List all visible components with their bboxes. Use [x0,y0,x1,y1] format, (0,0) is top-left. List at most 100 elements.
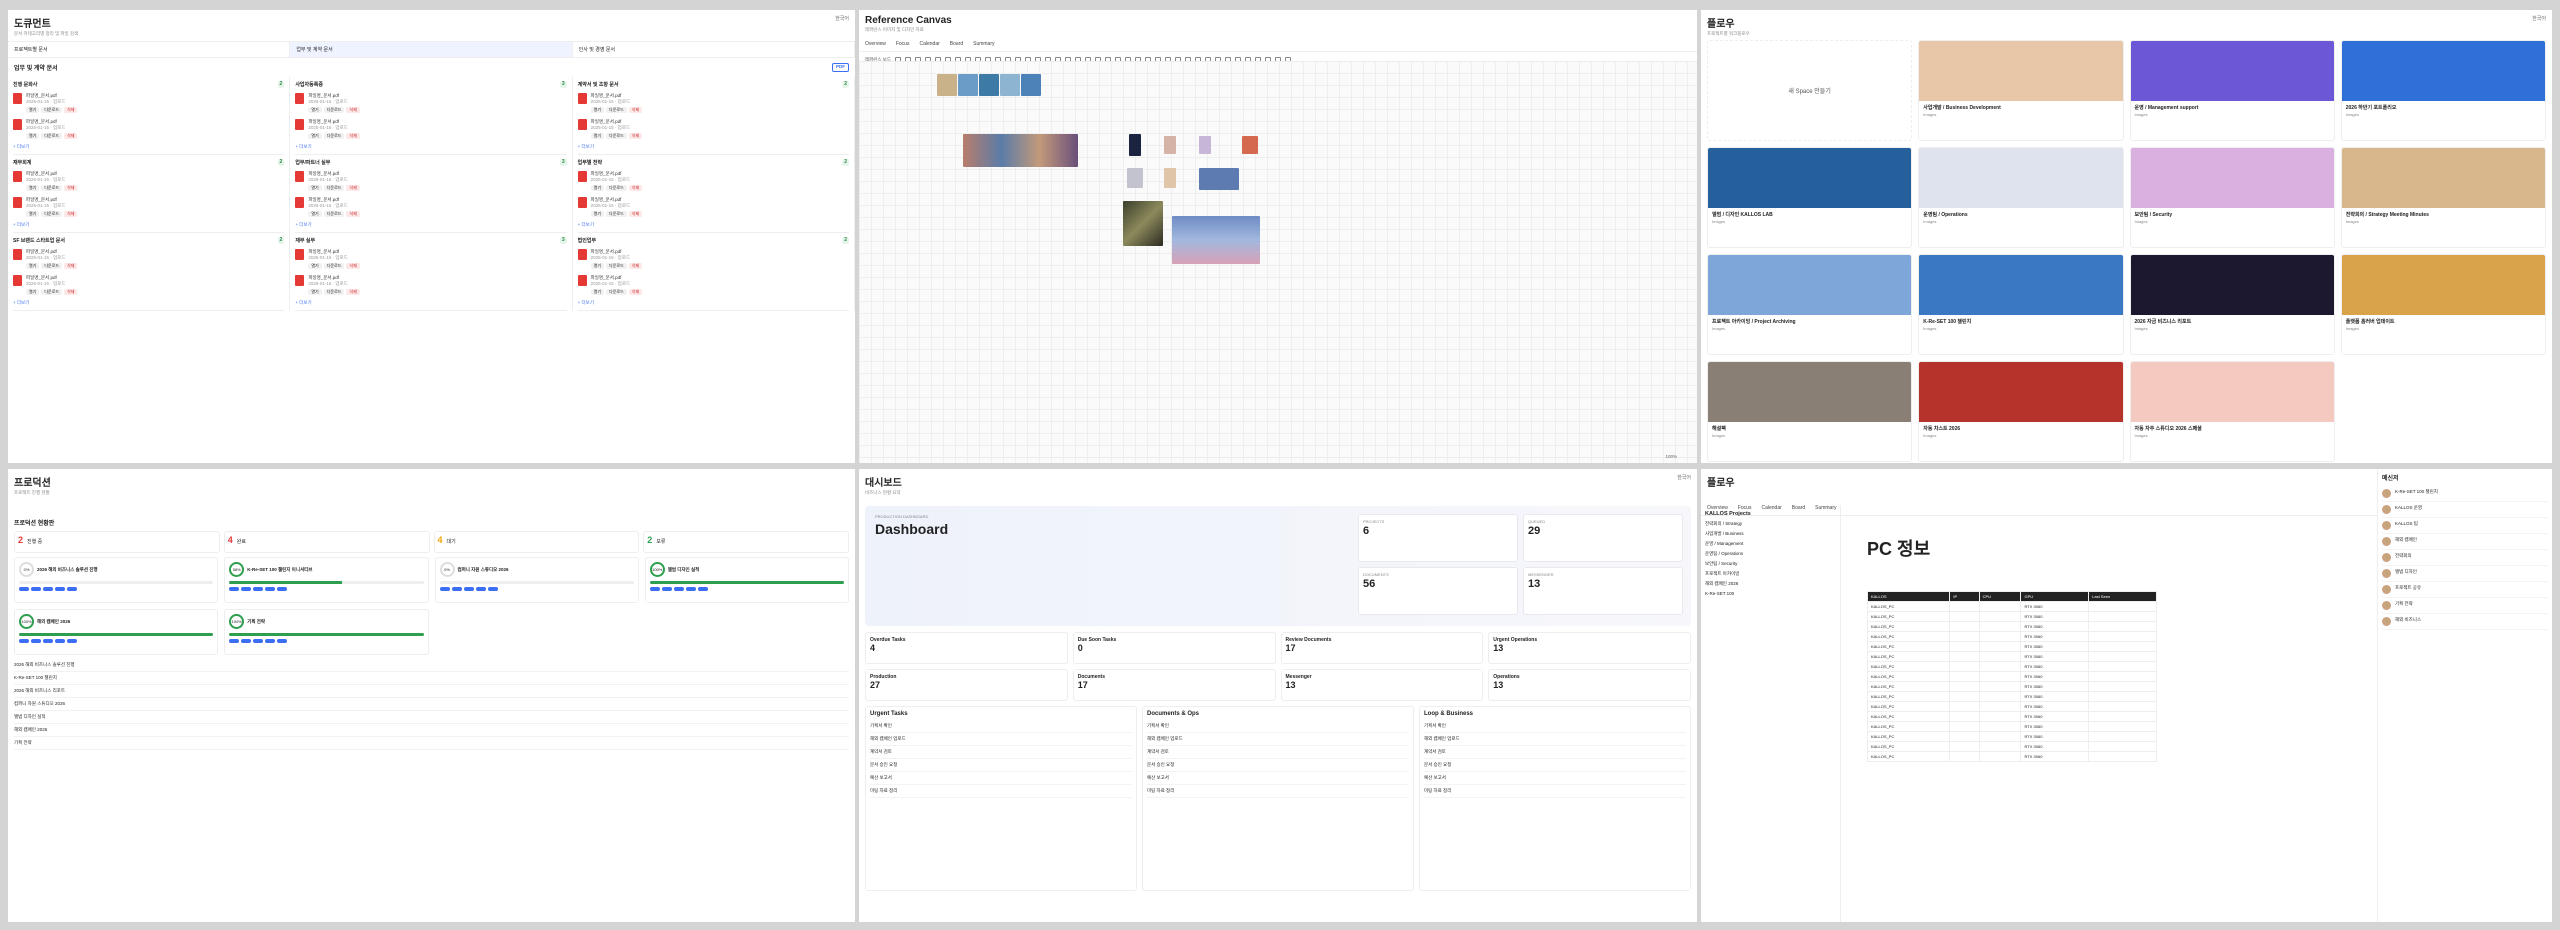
table-cell[interactable] [1949,701,1980,712]
reference-image[interactable] [1199,168,1239,190]
reference-image[interactable] [1127,168,1143,188]
space-card[interactable]: 보안팀 / Security Images [2129,147,2335,248]
more-link[interactable]: + 더보기 [295,298,566,306]
table-cell[interactable]: KALLOS_PC [1866,691,1951,702]
download-button[interactable]: 다운로드 [41,263,63,269]
status-pill[interactable] [685,587,696,591]
table-cell[interactable] [1978,661,2022,672]
summary-card[interactable]: Review Documents 17 [1280,632,1484,664]
pdf-filter-button[interactable]: PDF [832,63,849,72]
dashboard-item[interactable]: 예산 보고서 [1147,772,1409,785]
delete-button[interactable]: 삭제 [64,133,78,139]
status-pill[interactable] [277,587,288,591]
table-cell[interactable]: KALLOS_PC [1866,641,1951,652]
project-card[interactable]: 0% 컴퍼니 자원 스튜디오 2026 [434,557,639,603]
message-item[interactable]: 전략회의 [2382,550,2548,566]
tree-item[interactable]: 운영 / Management [1705,539,1836,549]
tab-summary[interactable]: Summary [973,39,994,49]
reference-image[interactable] [1123,201,1163,246]
open-button[interactable]: 열기 [308,289,322,295]
dashboard-item[interactable]: 기획서 확인 [1147,720,1409,733]
status-pill[interactable] [475,587,486,591]
table-cell[interactable]: RTX 3060 [2020,661,2090,672]
reference-image[interactable] [1199,136,1211,154]
open-button[interactable]: 열기 [590,107,605,113]
table-cell[interactable] [2088,631,2157,642]
summary-card[interactable]: Urgent Operations 13 [1488,632,1691,664]
table-cell[interactable] [1949,711,1980,722]
table-cell[interactable] [1978,631,2022,642]
table-cell[interactable]: RTX 3060 [2020,701,2090,712]
reference-image[interactable] [1164,136,1176,154]
summary-card[interactable]: Production 27 [865,669,1068,701]
table-cell[interactable] [2088,731,2157,742]
language-toggle[interactable]: 한국어 [835,15,849,22]
more-link[interactable]: + 더보기 [578,220,849,228]
table-cell[interactable]: KALLOS_PC [1866,661,1951,672]
status-pill[interactable] [265,639,276,643]
zoom-level[interactable]: 100% [1665,454,1677,459]
space-card[interactable]: 운영 / Management support Images [2129,40,2335,141]
delete-button[interactable]: 삭제 [64,107,78,113]
dashboard-item[interactable]: 계약서 검토 [870,746,1132,759]
table-cell[interactable] [2088,711,2157,722]
open-button[interactable]: 열기 [26,107,40,113]
space-card[interactable]: 사업개발 / Business Development Images [1918,40,2124,141]
canvas-board[interactable]: 100% [859,61,1697,463]
file-row[interactable]: 파일명_문서.pdf 2025-01-15 · 업로드 열기 다운로드 삭제 [577,272,849,298]
table-cell[interactable] [1949,651,1980,662]
table-cell[interactable] [1978,651,2022,662]
reference-image[interactable] [1164,168,1176,188]
delete-button[interactable]: 삭제 [64,263,78,269]
table-cell[interactable] [1949,611,1980,622]
open-button[interactable]: 열기 [308,185,322,191]
status-pill[interactable] [43,587,53,591]
open-button[interactable]: 열기 [308,107,322,113]
table-cell[interactable]: KALLOS_PC [1866,671,1951,682]
file-row[interactable]: 파일명_문서.pdf 2025-01-15 · 업로드 열기 다운로드 삭제 [295,194,566,220]
delete-button[interactable]: 삭제 [346,107,360,113]
status-pill[interactable] [661,587,672,591]
table-cell[interactable]: RTX 3060 [2020,741,2090,752]
file-row[interactable]: 파일명_문서.pdf 2025-01-15 · 업로드 열기 다운로드 삭제 [13,194,284,220]
table-cell[interactable]: RTX 3060 [2020,711,2090,722]
table-cell[interactable] [1949,691,1980,702]
tree-item[interactable]: 해외 캠페인 2026 [1705,579,1836,589]
table-cell[interactable]: RTX 3060 [2020,621,2090,632]
summary-card[interactable]: Messenger 13 [1280,669,1484,701]
file-row[interactable]: 파일명_문서.pdf 2025-01-15 · 업로드 열기 다운로드 삭제 [295,246,566,272]
more-link[interactable]: + 더보기 [578,298,849,306]
file-row[interactable]: 파일명_문서.pdf 2025-01-15 · 업로드 열기 다운로드 삭제 [577,90,849,116]
delete-button[interactable]: 삭제 [628,107,643,113]
open-button[interactable]: 열기 [308,133,322,139]
space-card[interactable]: 2026 자금 비즈니스 리포트 Images [2129,254,2335,355]
language-toggle[interactable]: 한국어 [2532,15,2546,22]
download-button[interactable]: 다운로드 [41,289,63,295]
table-cell[interactable] [2088,641,2157,652]
message-item[interactable]: 해외 비즈니스 [2382,614,2548,630]
open-button[interactable]: 열기 [308,263,322,269]
space-card[interactable]: 운영팀 / Operations Images [1918,147,2124,248]
delete-button[interactable]: 삭제 [346,289,360,295]
table-cell[interactable]: KALLOS_PC [1866,721,1951,732]
open-button[interactable]: 열기 [590,263,605,269]
table-cell[interactable]: RTX 3060 [2020,731,2090,742]
status-pill[interactable] [673,587,684,591]
table-cell[interactable]: RTX 3060 [2020,751,2090,762]
tab-calendar[interactable]: Calendar [919,39,939,49]
status-pill[interactable] [229,587,240,591]
table-cell[interactable]: RTX 3060 [2020,641,2090,652]
table-cell[interactable] [2088,721,2157,732]
tab-overview[interactable]: Overview [865,39,886,49]
status-pill[interactable] [697,587,708,591]
table-cell[interactable] [1949,641,1980,652]
delete-button[interactable]: 삭제 [628,133,643,139]
delete-button[interactable]: 삭제 [628,263,643,269]
table-cell[interactable]: KALLOS_PC [1866,651,1951,662]
language-toggle[interactable]: 한국어 [1677,474,1691,481]
dashboard-item[interactable]: 미팅 자료 정리 [1147,785,1409,798]
delete-button[interactable]: 삭제 [64,289,78,295]
download-button[interactable]: 다운로드 [606,133,627,139]
space-card[interactable]: 해설팩 Images [1707,361,1913,462]
table-cell[interactable]: RTX 3060 [2020,611,2090,622]
